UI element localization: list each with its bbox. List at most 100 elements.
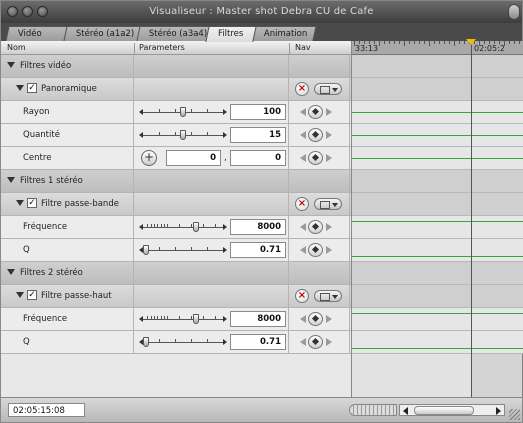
keyframe-graph-line[interactable] [352,313,523,314]
disclosure-triangle-icon[interactable] [16,85,24,91]
keyframe-graph-line[interactable] [352,112,523,113]
filter-enable-checkbox[interactable]: ✓ [27,198,37,208]
playhead[interactable] [471,41,472,397]
point-select-crosshair-icon[interactable]: + [141,150,157,166]
param-label: Q [23,245,30,255]
prev-keyframe-icon[interactable] [300,223,306,231]
keyframe-timeline[interactable]: 33:13 02:05:2 [351,39,523,397]
scroll-left-arrow-icon[interactable] [403,407,408,415]
slider-tick [159,247,160,250]
ruler-tick [364,41,365,44]
tab-video[interactable]: Vidéo [5,26,69,41]
slider-tick [175,132,176,135]
keyframe-menu-button[interactable] [314,83,342,95]
frequence-2-value-field[interactable]: 8000 [230,311,286,327]
slider-right-arrow-icon[interactable] [223,339,227,345]
add-keyframe-diamond-icon[interactable] [308,105,323,119]
prev-keyframe-icon[interactable] [300,315,306,323]
ruler-tick [414,41,415,44]
centre-x-field[interactable]: 0 [166,150,221,166]
disclosure-triangle-icon[interactable] [7,177,15,183]
timeline-ruler[interactable]: 33:13 02:05:2 [352,41,523,55]
q-2-slider[interactable] [139,336,227,348]
timeline-scrollbar[interactable] [399,404,505,416]
frequence-2-slider[interactable] [139,313,227,325]
prev-keyframe-icon[interactable] [300,131,306,139]
rayon-value-field[interactable]: 100 [230,104,286,120]
disclosure-triangle-icon[interactable] [7,269,15,275]
q-1-slider[interactable] [139,244,227,256]
prev-keyframe-icon[interactable] [300,154,306,162]
add-keyframe-diamond-icon[interactable] [308,243,323,257]
add-keyframe-diamond-icon[interactable] [308,151,323,165]
keyframe-graph-line[interactable] [352,348,523,349]
tab-filtres[interactable]: Filtres [205,26,257,42]
next-keyframe-icon[interactable] [326,131,332,139]
slider-knob[interactable] [180,107,186,117]
filter-enable-checkbox[interactable]: ✓ [27,83,37,93]
keyframe-graph-line[interactable] [352,256,523,257]
keyframe-graph-line[interactable] [352,221,523,222]
slider-knob[interactable] [180,130,186,140]
frequence-1-value-field[interactable]: 8000 [230,219,286,235]
add-keyframe-diamond-icon[interactable] [308,220,323,234]
tab-stereo-a1a2[interactable]: Stéréo (a1a2) [63,26,143,41]
quantite-slider[interactable] [139,129,227,141]
ruler-tick [489,41,490,44]
ruler-start-time: 33:13 [355,44,379,53]
scroll-right-arrow-icon[interactable] [496,407,501,415]
slider-right-arrow-icon[interactable] [223,224,227,230]
timeline-row [352,285,523,308]
playhead-marker-icon[interactable] [466,39,476,45]
next-keyframe-icon[interactable] [326,246,332,254]
reset-x-circle-icon[interactable]: × [295,197,309,211]
toolbar-toggle-button[interactable] [508,4,520,20]
next-keyframe-icon[interactable] [326,154,332,162]
centre-y-field[interactable]: 0 [230,150,286,166]
disclosure-triangle-icon[interactable] [16,292,24,298]
scroll-thumb[interactable] [414,406,474,415]
current-timecode-field[interactable]: 02:05:15:08 [8,403,85,417]
column-nav: Nav [295,43,311,52]
prev-keyframe-icon[interactable] [300,108,306,116]
timeline-row [352,78,523,101]
q-2-value-field[interactable]: 0.71 [230,334,286,350]
slider-knob[interactable] [193,314,200,324]
zoom-slider[interactable] [349,404,397,416]
slider-right-arrow-icon[interactable] [223,109,227,115]
add-keyframe-diamond-icon[interactable] [308,312,323,326]
tab-animation[interactable]: Animation [251,26,317,41]
slider-tick [203,224,204,227]
slider-knob[interactable] [143,245,149,255]
q-1-value-field[interactable]: 0.71 [230,242,286,258]
reset-x-circle-icon[interactable]: × [295,82,309,96]
frequence-1-slider[interactable] [139,221,227,233]
add-keyframe-diamond-icon[interactable] [308,128,323,142]
prev-keyframe-icon[interactable] [300,338,306,346]
prev-keyframe-icon[interactable] [300,246,306,254]
disclosure-triangle-icon[interactable] [16,200,24,206]
next-keyframe-icon[interactable] [326,223,332,231]
slider-right-arrow-icon[interactable] [223,132,227,138]
quantite-value-field[interactable]: 15 [230,127,286,143]
keyframe-graph-line[interactable] [352,135,523,136]
resize-grip-icon[interactable] [509,409,520,420]
ruler-tick [359,41,360,44]
slider-knob[interactable] [143,337,149,347]
slider-right-arrow-icon[interactable] [223,316,227,322]
reset-x-circle-icon[interactable]: × [295,289,309,303]
rayon-slider[interactable] [139,106,227,118]
keyframe-menu-button[interactable] [314,198,342,210]
filter-enable-checkbox[interactable]: ✓ [27,290,37,300]
next-keyframe-icon[interactable] [326,108,332,116]
keyframe-menu-button[interactable] [314,290,342,302]
next-keyframe-icon[interactable] [326,338,332,346]
parameter-list: Filtres vidéo ✓ Panoramique × Rayon 100 Q… [1,55,351,397]
tab-stereo-a3a4[interactable]: Stéréo (a3a4) [136,26,212,41]
add-keyframe-diamond-icon[interactable] [308,335,323,349]
slider-right-arrow-icon[interactable] [223,247,227,253]
slider-knob[interactable] [193,222,200,232]
disclosure-triangle-icon[interactable] [7,62,15,68]
next-keyframe-icon[interactable] [326,315,332,323]
keyframe-graph-line[interactable] [352,158,523,159]
